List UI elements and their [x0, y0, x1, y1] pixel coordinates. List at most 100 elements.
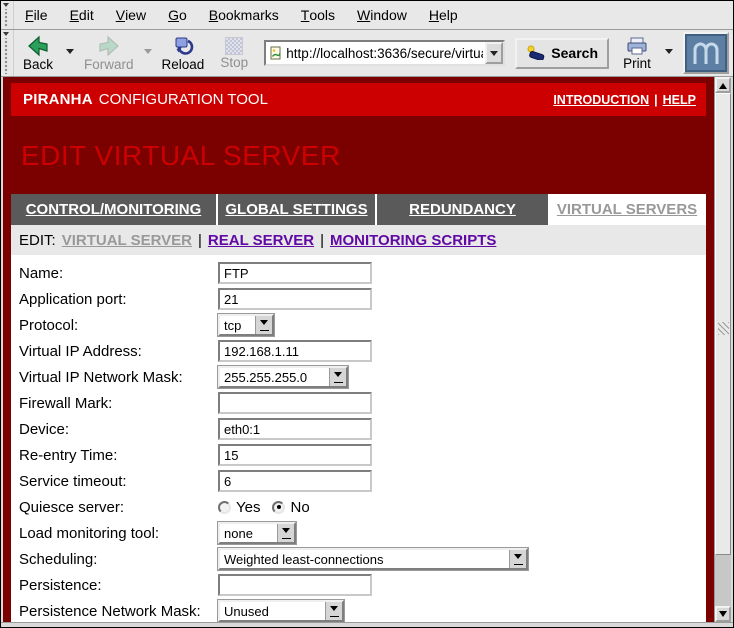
- edit-prefix: EDIT:: [19, 232, 56, 249]
- radio-label: No: [290, 499, 309, 516]
- tab-control-monitoring[interactable]: CONTROL/MONITORING: [11, 194, 216, 225]
- subnav-real-server-link[interactable]: REAL SERVER: [208, 232, 314, 249]
- label-application-port: Application port:: [19, 291, 218, 308]
- window-bottom-frame: [1, 622, 733, 627]
- menu-bookmarks[interactable]: Bookmarks: [198, 1, 290, 29]
- dropdown-arrow-icon[interactable]: [255, 316, 272, 334]
- menu-tools[interactable]: Tools: [290, 1, 346, 29]
- url-input[interactable]: [286, 42, 485, 64]
- input-firewall-mark[interactable]: [218, 392, 372, 414]
- back-dropdown-arrow-icon[interactable]: [66, 49, 74, 58]
- print-icon: [624, 36, 650, 56]
- arrow-up-icon: [719, 79, 727, 89]
- introduction-link[interactable]: INTRODUCTION: [553, 93, 649, 107]
- print-dropdown-arrow-icon[interactable]: [665, 49, 673, 58]
- help-link[interactable]: HELP: [663, 93, 696, 107]
- tab-global-settings[interactable]: GLOBAL SETTINGS: [218, 194, 375, 225]
- label-scheduling: Scheduling:: [19, 551, 218, 568]
- radio-unselected-icon[interactable]: [218, 501, 231, 514]
- label-re-entry-time: Re-entry Time:: [19, 447, 218, 464]
- form-row-scheduling: Scheduling:Weighted least-connections: [11, 546, 706, 572]
- scroll-up-button[interactable]: [715, 77, 731, 93]
- forward-button: Forward: [78, 32, 140, 74]
- edit-subnav: EDIT: VIRTUAL SERVER | REAL SERVER | MON…: [11, 225, 706, 255]
- menu-edit[interactable]: Edit: [59, 1, 105, 29]
- input-name[interactable]: [218, 262, 372, 284]
- menu-go[interactable]: Go: [157, 1, 198, 29]
- select-value-protocol: tcp: [220, 316, 255, 334]
- toolbar-grip-handle[interactable]: [1, 30, 14, 76]
- select-value-load-monitoring-tool: none: [220, 524, 277, 542]
- form-row-persistence-network-mask: Persistence Network Mask:Unused: [11, 598, 706, 622]
- label-virtual-ip-address: Virtual IP Address:: [19, 343, 218, 360]
- select-protocol[interactable]: tcp: [218, 314, 274, 336]
- url-history-dropdown[interactable]: [485, 42, 503, 64]
- radio-label: Yes: [236, 499, 260, 516]
- menu-file[interactable]: File: [14, 1, 59, 29]
- radio-selected-icon[interactable]: [272, 501, 285, 514]
- menubar-grip-handle[interactable]: [1, 1, 14, 29]
- menu-bar: File Edit View Go Bookmarks Tools Window…: [1, 1, 733, 30]
- select-virtual-ip-network-mask[interactable]: 255.255.255.0: [218, 366, 348, 388]
- subnav-monitoring-scripts-link[interactable]: MONITORING SCRIPTS: [330, 232, 496, 249]
- radio-option-no[interactable]: No: [272, 499, 309, 516]
- label-service-timeout: Service timeout:: [19, 473, 218, 490]
- dropdown-arrow-icon[interactable]: [509, 550, 526, 568]
- form-row-load-monitoring-tool: Load monitoring tool:none: [11, 520, 706, 546]
- search-flashlight-icon: [526, 44, 546, 63]
- form-row-firewall-mark: Firewall Mark:: [11, 390, 706, 416]
- form-row-application-port: Application port:: [11, 286, 706, 312]
- dropdown-arrow-icon[interactable]: [325, 602, 342, 620]
- reload-button[interactable]: Reload: [156, 32, 211, 74]
- form-row-virtual-ip-network-mask: Virtual IP Network Mask:255.255.255.0: [11, 364, 706, 390]
- label-name: Name:: [19, 265, 218, 282]
- vertical-scrollbar[interactable]: [714, 77, 731, 622]
- select-value-scheduling: Weighted least-connections: [220, 550, 509, 568]
- input-application-port[interactable]: [218, 288, 372, 310]
- scroll-down-button[interactable]: [715, 606, 731, 622]
- mozilla-logo[interactable]: [683, 32, 729, 74]
- search-button[interactable]: Search: [515, 38, 609, 69]
- form-row-quiesce-server: Quiesce server:YesNo: [11, 494, 706, 520]
- radio-option-yes[interactable]: Yes: [218, 499, 260, 516]
- form-row-persistence: Persistence:: [11, 572, 706, 598]
- input-re-entry-time[interactable]: [218, 444, 372, 466]
- reload-icon: [171, 35, 195, 57]
- forward-dropdown-arrow-icon: [144, 49, 152, 58]
- form-row-name: Name:: [11, 260, 706, 286]
- form-row-device: Device:: [11, 416, 706, 442]
- form-row-service-timeout: Service timeout:: [11, 468, 706, 494]
- brand-subtitle: CONFIGURATION TOOL: [99, 91, 268, 108]
- menu-view[interactable]: View: [105, 1, 157, 29]
- input-virtual-ip-address[interactable]: [218, 340, 372, 362]
- select-persistence-network-mask[interactable]: Unused: [218, 600, 344, 622]
- select-load-monitoring-tool[interactable]: none: [218, 522, 296, 544]
- input-persistence[interactable]: [218, 574, 372, 596]
- form-row-protocol: Protocol:tcp: [11, 312, 706, 338]
- subnav-separator: |: [320, 232, 324, 249]
- page-bookmark-icon[interactable]: [266, 42, 286, 64]
- dropdown-arrow-icon[interactable]: [329, 368, 346, 386]
- scrollbar-thumb[interactable]: [715, 93, 731, 555]
- form-row-re-entry-time: Re-entry Time:: [11, 442, 706, 468]
- menu-window[interactable]: Window: [346, 1, 418, 29]
- label-protocol: Protocol:: [19, 317, 218, 334]
- input-service-timeout[interactable]: [218, 470, 372, 492]
- label-virtual-ip-network-mask: Virtual IP Network Mask:: [19, 369, 218, 386]
- dropdown-arrow-icon[interactable]: [277, 524, 294, 542]
- tab-redundancy[interactable]: REDUNDANCY: [377, 194, 548, 225]
- chevron-down-icon: [490, 51, 498, 60]
- label-persistence-network-mask: Persistence Network Mask:: [19, 603, 218, 620]
- select-value-virtual-ip-network-mask: 255.255.255.0: [220, 368, 329, 386]
- menu-help[interactable]: Help: [418, 1, 469, 29]
- print-button[interactable]: Print: [613, 32, 661, 74]
- tab-bar: CONTROL/MONITORING GLOBAL SETTINGS REDUN…: [11, 194, 706, 225]
- browser-content: PIRANHA CONFIGURATION TOOL INTRODUCTION …: [1, 77, 733, 622]
- piranha-header-bar: PIRANHA CONFIGURATION TOOL INTRODUCTION …: [11, 83, 706, 116]
- label-load-monitoring-tool: Load monitoring tool:: [19, 525, 218, 542]
- back-button[interactable]: Back: [14, 32, 62, 74]
- tab-virtual-servers: VIRTUAL SERVERS: [548, 194, 706, 225]
- input-device[interactable]: [218, 418, 372, 440]
- label-device: Device:: [19, 421, 218, 438]
- select-scheduling[interactable]: Weighted least-connections: [218, 548, 528, 570]
